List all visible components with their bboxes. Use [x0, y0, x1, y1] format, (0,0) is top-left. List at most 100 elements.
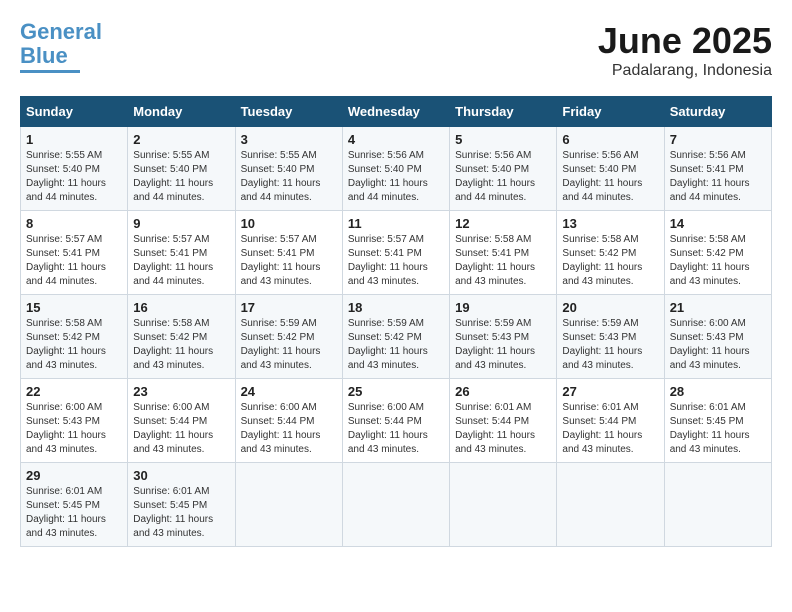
day-number: 1 — [26, 132, 122, 147]
calendar-cell: 29 Sunrise: 6:01 AMSunset: 5:45 PMDayligh… — [21, 463, 128, 547]
cell-details: Sunrise: 5:56 AMSunset: 5:41 PMDaylight:… — [670, 150, 750, 203]
logo: General Blue — [20, 20, 102, 73]
cell-details: Sunrise: 6:01 AMSunset: 5:45 PMDaylight:… — [133, 486, 213, 539]
title-area: June 2025 Padalarang, Indonesia — [598, 20, 772, 80]
calendar-cell: 12 Sunrise: 5:58 AMSunset: 5:41 PMDayligh… — [450, 211, 557, 295]
cell-details: Sunrise: 5:58 AMSunset: 5:42 PMDaylight:… — [670, 234, 750, 287]
calendar-cell: 17 Sunrise: 5:59 AMSunset: 5:42 PMDayligh… — [235, 295, 342, 379]
month-title: June 2025 — [598, 20, 772, 62]
calendar-cell: 8 Sunrise: 5:57 AMSunset: 5:41 PMDaylight… — [21, 211, 128, 295]
calendar-cell: 30 Sunrise: 6:01 AMSunset: 5:45 PMDayligh… — [128, 463, 235, 547]
logo-blue: Blue — [20, 43, 68, 68]
calendar-cell: 14 Sunrise: 5:58 AMSunset: 5:42 PMDayligh… — [664, 211, 771, 295]
calendar-cell: 24 Sunrise: 6:00 AMSunset: 5:44 PMDayligh… — [235, 379, 342, 463]
day-number: 5 — [455, 132, 551, 147]
day-number: 21 — [670, 300, 766, 315]
cell-details: Sunrise: 5:59 AMSunset: 5:43 PMDaylight:… — [455, 318, 535, 371]
header-friday: Friday — [557, 97, 664, 127]
cell-details: Sunrise: 6:01 AMSunset: 5:44 PMDaylight:… — [562, 402, 642, 455]
calendar-cell — [557, 463, 664, 547]
day-number: 15 — [26, 300, 122, 315]
calendar-cell: 10 Sunrise: 5:57 AMSunset: 5:41 PMDayligh… — [235, 211, 342, 295]
calendar-cell: 18 Sunrise: 5:59 AMSunset: 5:42 PMDayligh… — [342, 295, 449, 379]
day-number: 29 — [26, 468, 122, 483]
day-number: 22 — [26, 384, 122, 399]
calendar-cell: 4 Sunrise: 5:56 AMSunset: 5:40 PMDaylight… — [342, 127, 449, 211]
day-number: 7 — [670, 132, 766, 147]
day-number: 26 — [455, 384, 551, 399]
calendar-cell — [342, 463, 449, 547]
cell-details: Sunrise: 5:58 AMSunset: 5:42 PMDaylight:… — [133, 318, 213, 371]
cell-details: Sunrise: 5:59 AMSunset: 5:42 PMDaylight:… — [348, 318, 428, 371]
day-number: 18 — [348, 300, 444, 315]
calendar-cell — [664, 463, 771, 547]
day-number: 13 — [562, 216, 658, 231]
calendar-cell: 21Sunrise: 6:00 AMSunset: 5:43 PMDayligh… — [664, 295, 771, 379]
cell-details: Sunrise: 5:55 AMSunset: 5:40 PMDaylight:… — [241, 150, 321, 203]
cell-details: Sunrise: 6:01 AMSunset: 5:44 PMDaylight:… — [455, 402, 535, 455]
day-number: 3 — [241, 132, 337, 147]
day-number: 28 — [670, 384, 766, 399]
day-number: 2 — [133, 132, 229, 147]
cell-details: Sunrise: 5:55 AMSunset: 5:40 PMDaylight:… — [133, 150, 213, 203]
page-header: General Blue June 2025 Padalarang, Indon… — [20, 20, 772, 80]
cell-details: Sunrise: 5:57 AMSunset: 5:41 PMDaylight:… — [26, 234, 106, 287]
day-number: 4 — [348, 132, 444, 147]
cell-details: Sunrise: 5:55 AMSunset: 5:40 PMDaylight:… — [26, 150, 106, 203]
day-number: 14 — [670, 216, 766, 231]
calendar-cell: 28 Sunrise: 6:01 AMSunset: 5:45 PMDayligh… — [664, 379, 771, 463]
calendar-cell: 27 Sunrise: 6:01 AMSunset: 5:44 PMDayligh… — [557, 379, 664, 463]
cell-details: Sunrise: 5:57 AMSunset: 5:41 PMDaylight:… — [241, 234, 321, 287]
location-subtitle: Padalarang, Indonesia — [598, 62, 772, 80]
header-tuesday: Tuesday — [235, 97, 342, 127]
calendar-cell — [235, 463, 342, 547]
cell-details: Sunrise: 5:58 AMSunset: 5:41 PMDaylight:… — [455, 234, 535, 287]
calendar-cell: 20Sunrise: 5:59 AMSunset: 5:43 PMDayligh… — [557, 295, 664, 379]
day-number: 10 — [241, 216, 337, 231]
cell-details: Sunrise: 6:01 AMSunset: 5:45 PMDaylight:… — [26, 486, 106, 539]
calendar-cell: 16Sunrise: 5:58 AMSunset: 5:42 PMDayligh… — [128, 295, 235, 379]
day-number: 9 — [133, 216, 229, 231]
header-sunday: Sunday — [21, 97, 128, 127]
header-wednesday: Wednesday — [342, 97, 449, 127]
calendar-cell: 25 Sunrise: 6:00 AMSunset: 5:44 PMDayligh… — [342, 379, 449, 463]
cell-details: Sunrise: 5:57 AMSunset: 5:41 PMDaylight:… — [348, 234, 428, 287]
calendar-cell: 1 Sunrise: 5:55 AMSunset: 5:40 PMDaylight… — [21, 127, 128, 211]
day-number: 23 — [133, 384, 229, 399]
calendar-cell — [450, 463, 557, 547]
cell-details: Sunrise: 5:56 AMSunset: 5:40 PMDaylight:… — [455, 150, 535, 203]
calendar-cell: 23 Sunrise: 6:00 AMSunset: 5:44 PMDayligh… — [128, 379, 235, 463]
logo-underline — [20, 70, 80, 73]
calendar-header-row: Sunday Monday Tuesday Wednesday Thursday… — [21, 97, 772, 127]
calendar-cell: 3 Sunrise: 5:55 AMSunset: 5:40 PMDaylight… — [235, 127, 342, 211]
header-saturday: Saturday — [664, 97, 771, 127]
day-number: 12 — [455, 216, 551, 231]
cell-details: Sunrise: 6:00 AMSunset: 5:44 PMDaylight:… — [348, 402, 428, 455]
cell-details: Sunrise: 5:58 AMSunset: 5:42 PMDaylight:… — [26, 318, 106, 371]
day-number: 25 — [348, 384, 444, 399]
cell-details: Sunrise: 6:00 AMSunset: 5:44 PMDaylight:… — [133, 402, 213, 455]
calendar-cell: 2 Sunrise: 5:55 AMSunset: 5:40 PMDaylight… — [128, 127, 235, 211]
day-number: 20 — [562, 300, 658, 315]
logo-general: General — [20, 19, 102, 44]
calendar-table: Sunday Monday Tuesday Wednesday Thursday… — [20, 96, 772, 547]
calendar-cell: 19 Sunrise: 5:59 AMSunset: 5:43 PMDayligh… — [450, 295, 557, 379]
day-number: 30 — [133, 468, 229, 483]
day-number: 27 — [562, 384, 658, 399]
cell-details: Sunrise: 5:57 AMSunset: 5:41 PMDaylight:… — [133, 234, 213, 287]
header-monday: Monday — [128, 97, 235, 127]
day-number: 24 — [241, 384, 337, 399]
calendar-cell: 6Sunrise: 5:56 AMSunset: 5:40 PMDaylight… — [557, 127, 664, 211]
cell-details: Sunrise: 5:59 AMSunset: 5:42 PMDaylight:… — [241, 318, 321, 371]
cell-details: Sunrise: 5:56 AMSunset: 5:40 PMDaylight:… — [562, 150, 642, 203]
day-number: 17 — [241, 300, 337, 315]
day-number: 8 — [26, 216, 122, 231]
header-thursday: Thursday — [450, 97, 557, 127]
cell-details: Sunrise: 6:00 AMSunset: 5:44 PMDaylight:… — [241, 402, 321, 455]
day-number: 19 — [455, 300, 551, 315]
cell-details: Sunrise: 6:01 AMSunset: 5:45 PMDaylight:… — [670, 402, 750, 455]
calendar-cell: 9 Sunrise: 5:57 AMSunset: 5:41 PMDaylight… — [128, 211, 235, 295]
cell-details: Sunrise: 5:56 AMSunset: 5:40 PMDaylight:… — [348, 150, 428, 203]
calendar-cell: 22Sunrise: 6:00 AMSunset: 5:43 PMDayligh… — [21, 379, 128, 463]
calendar-cell: 13Sunrise: 5:58 AMSunset: 5:42 PMDayligh… — [557, 211, 664, 295]
